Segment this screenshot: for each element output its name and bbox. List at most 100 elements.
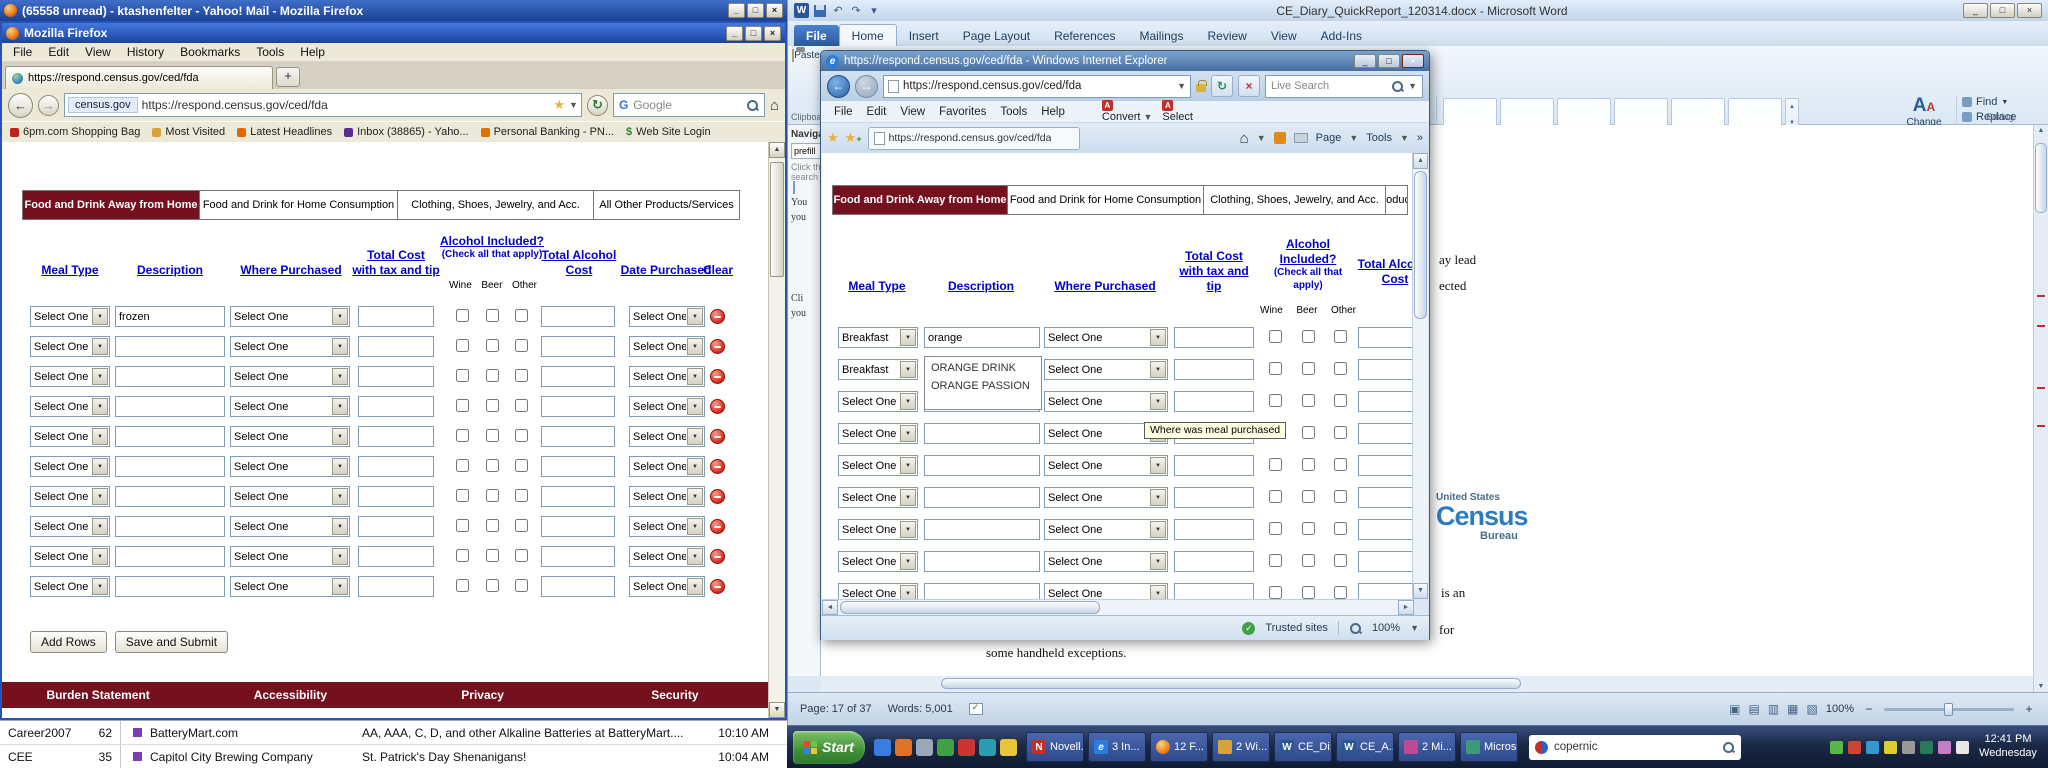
total-alcohol-cost-input[interactable] bbox=[541, 516, 615, 537]
find-button[interactable]: Find ▼ bbox=[1962, 96, 2038, 108]
meal-type-select[interactable]: Select One▼ bbox=[30, 366, 110, 387]
search-dropdown-icon[interactable]: ▼ bbox=[1408, 81, 1417, 91]
taskbar-button-ce-di[interactable]: WCE_Di... bbox=[1274, 732, 1332, 762]
date-purchased-select[interactable]: Select One▼ bbox=[629, 306, 705, 327]
outline-view-icon[interactable]: ▦ bbox=[1787, 702, 1798, 716]
chevron-down-icon[interactable]: ▼ bbox=[687, 548, 703, 565]
description-input[interactable] bbox=[115, 426, 225, 447]
wine-checkbox[interactable] bbox=[456, 429, 469, 442]
zoom-in-button[interactable]: + bbox=[2022, 702, 2036, 716]
footer-link-accessibility[interactable]: Accessibility bbox=[194, 688, 386, 702]
autocomplete-option[interactable]: ORANGE DRINK bbox=[925, 357, 1041, 375]
menu-bookmarks[interactable]: Bookmarks bbox=[173, 44, 247, 60]
home-button[interactable]: ⌂ bbox=[1240, 130, 1249, 147]
total-cost-input[interactable] bbox=[1174, 583, 1254, 599]
other-checkbox[interactable] bbox=[1334, 362, 1347, 375]
menu-history[interactable]: History bbox=[120, 44, 171, 60]
print-icon[interactable] bbox=[1294, 133, 1308, 143]
menu-help[interactable]: Help bbox=[1034, 104, 1072, 120]
menu-tools[interactable]: Tools bbox=[993, 104, 1034, 120]
zoom-slider-thumb[interactable] bbox=[1944, 703, 1953, 716]
maximize-button[interactable]: □ bbox=[745, 26, 762, 41]
maximize-button[interactable]: □ bbox=[747, 3, 764, 18]
meal-type-select[interactable]: Select One▼ bbox=[838, 391, 918, 412]
total-cost-input[interactable] bbox=[1174, 327, 1254, 348]
navigation-search-input[interactable] bbox=[791, 143, 821, 159]
chevron-down-icon[interactable]: ▼ bbox=[687, 578, 703, 595]
footer-link-burden-statement[interactable]: Burden Statement bbox=[2, 688, 194, 702]
chevron-down-icon[interactable]: ▼ bbox=[92, 398, 108, 415]
chevron-down-icon[interactable]: ▼ bbox=[1150, 489, 1166, 506]
back-button[interactable]: ← bbox=[8, 93, 33, 118]
address-bar[interactable]: https://respond.census.gov/ced/fda ▼ bbox=[883, 75, 1191, 98]
chevron-down-icon[interactable]: ▼ bbox=[332, 428, 348, 445]
page-horizontal-scrollbar[interactable]: ◄ ► bbox=[822, 599, 1414, 615]
magnifier-icon[interactable] bbox=[746, 99, 759, 112]
total-alcohol-cost-input[interactable] bbox=[1358, 455, 1414, 476]
date-purchased-select[interactable]: Select One▼ bbox=[629, 336, 705, 357]
wine-checkbox[interactable] bbox=[456, 399, 469, 412]
chevron-down-icon[interactable]: ▼ bbox=[1150, 329, 1166, 346]
page-indicator[interactable]: Page: 17 of 37 bbox=[800, 703, 872, 715]
form-tab-food-and-drink-away-from-home[interactable]: Food and Drink Away from Home bbox=[22, 190, 200, 220]
document-thumbnail-icon[interactable] bbox=[793, 181, 795, 194]
magnifier-icon[interactable] bbox=[1722, 741, 1735, 754]
ribbon-tab-mailings[interactable]: Mailings bbox=[1127, 25, 1195, 46]
beer-checkbox[interactable] bbox=[486, 579, 499, 592]
where-purchased-select[interactable]: Select One▼ bbox=[230, 366, 350, 387]
mail-subject[interactable]: AA, AAA, C, D, and other Alkaline Batter… bbox=[362, 726, 707, 740]
total-alcohol-cost-input[interactable] bbox=[541, 576, 615, 597]
minimize-button[interactable]: _ bbox=[1354, 54, 1376, 68]
total-cost-input[interactable] bbox=[358, 426, 434, 447]
meal-type-select[interactable]: Select One▼ bbox=[30, 336, 110, 357]
menu-view[interactable]: View bbox=[893, 104, 932, 120]
wine-checkbox[interactable] bbox=[1269, 362, 1282, 375]
scroll-down-icon[interactable]: ▼ bbox=[2034, 683, 2048, 690]
total-cost-input[interactable] bbox=[358, 546, 434, 567]
other-checkbox[interactable] bbox=[1334, 426, 1347, 439]
ribbon-tab-review[interactable]: Review bbox=[1195, 25, 1258, 46]
total-cost-input[interactable] bbox=[1174, 519, 1254, 540]
menu-edit[interactable]: Edit bbox=[41, 44, 76, 60]
paste-button[interactable]: Paste bbox=[791, 50, 821, 61]
description-input[interactable] bbox=[924, 423, 1040, 444]
where-purchased-select[interactable]: Select One▼ bbox=[230, 546, 350, 567]
total-alcohol-cost-input[interactable] bbox=[1358, 583, 1414, 599]
beer-checkbox[interactable] bbox=[1302, 362, 1315, 375]
scroll-down-icon[interactable]: ▼ bbox=[769, 702, 785, 718]
chevron-down-icon[interactable]: ▼ bbox=[92, 548, 108, 565]
magnifier-icon[interactable] bbox=[1391, 80, 1404, 93]
beer-checkbox[interactable] bbox=[1302, 554, 1315, 567]
other-checkbox[interactable] bbox=[515, 399, 528, 412]
ribbon-tab-file[interactable]: File bbox=[794, 25, 839, 46]
chevron-down-icon[interactable]: ▼ bbox=[687, 308, 703, 325]
beer-checkbox[interactable] bbox=[486, 309, 499, 322]
scroll-up-icon[interactable]: ▲ bbox=[769, 142, 785, 158]
redo-icon[interactable]: ↷ bbox=[849, 4, 863, 18]
bookmark-star-icon[interactable]: ★ bbox=[553, 97, 565, 113]
wine-checkbox[interactable] bbox=[1269, 554, 1282, 567]
meal-type-select[interactable]: Select One▼ bbox=[30, 456, 110, 477]
meal-type-select[interactable]: Select One▼ bbox=[838, 583, 918, 599]
total-cost-input[interactable] bbox=[358, 516, 434, 537]
scroll-down-icon[interactable]: ▼ bbox=[1413, 583, 1428, 599]
reload-button[interactable]: ↻ bbox=[587, 95, 608, 116]
description-input[interactable] bbox=[924, 519, 1040, 540]
close-button[interactable]: × bbox=[1402, 54, 1424, 68]
scrollbar-thumb[interactable] bbox=[2035, 143, 2047, 213]
description-input[interactable] bbox=[924, 327, 1040, 348]
menu-file[interactable]: File bbox=[6, 44, 39, 60]
form-tab-food-and-drink-for-home-consumption[interactable]: Food and Drink for Home Consumption bbox=[200, 190, 398, 220]
where-purchased-select[interactable]: Select One▼ bbox=[1044, 359, 1168, 380]
taskbar-button-novell[interactable]: NNovell... bbox=[1026, 732, 1084, 762]
scroll-up-icon[interactable]: ▲ bbox=[2034, 127, 2048, 134]
description-input[interactable] bbox=[115, 456, 225, 477]
print-layout-icon[interactable]: ▣ bbox=[1729, 702, 1740, 716]
where-purchased-select[interactable]: Select One▼ bbox=[230, 306, 350, 327]
url-dropdown-icon[interactable]: ▼ bbox=[569, 100, 578, 110]
date-purchased-select[interactable]: Select One▼ bbox=[629, 576, 705, 597]
chevron-down-icon[interactable]: ▼ bbox=[92, 578, 108, 595]
form-tab-clothing-shoes-jewelry-and-acc[interactable]: Clothing, Shoes, Jewelry, and Acc. bbox=[1204, 185, 1386, 215]
date-purchased-select[interactable]: Select One▼ bbox=[629, 516, 705, 537]
word-count[interactable]: Words: 5,001 bbox=[888, 703, 953, 715]
